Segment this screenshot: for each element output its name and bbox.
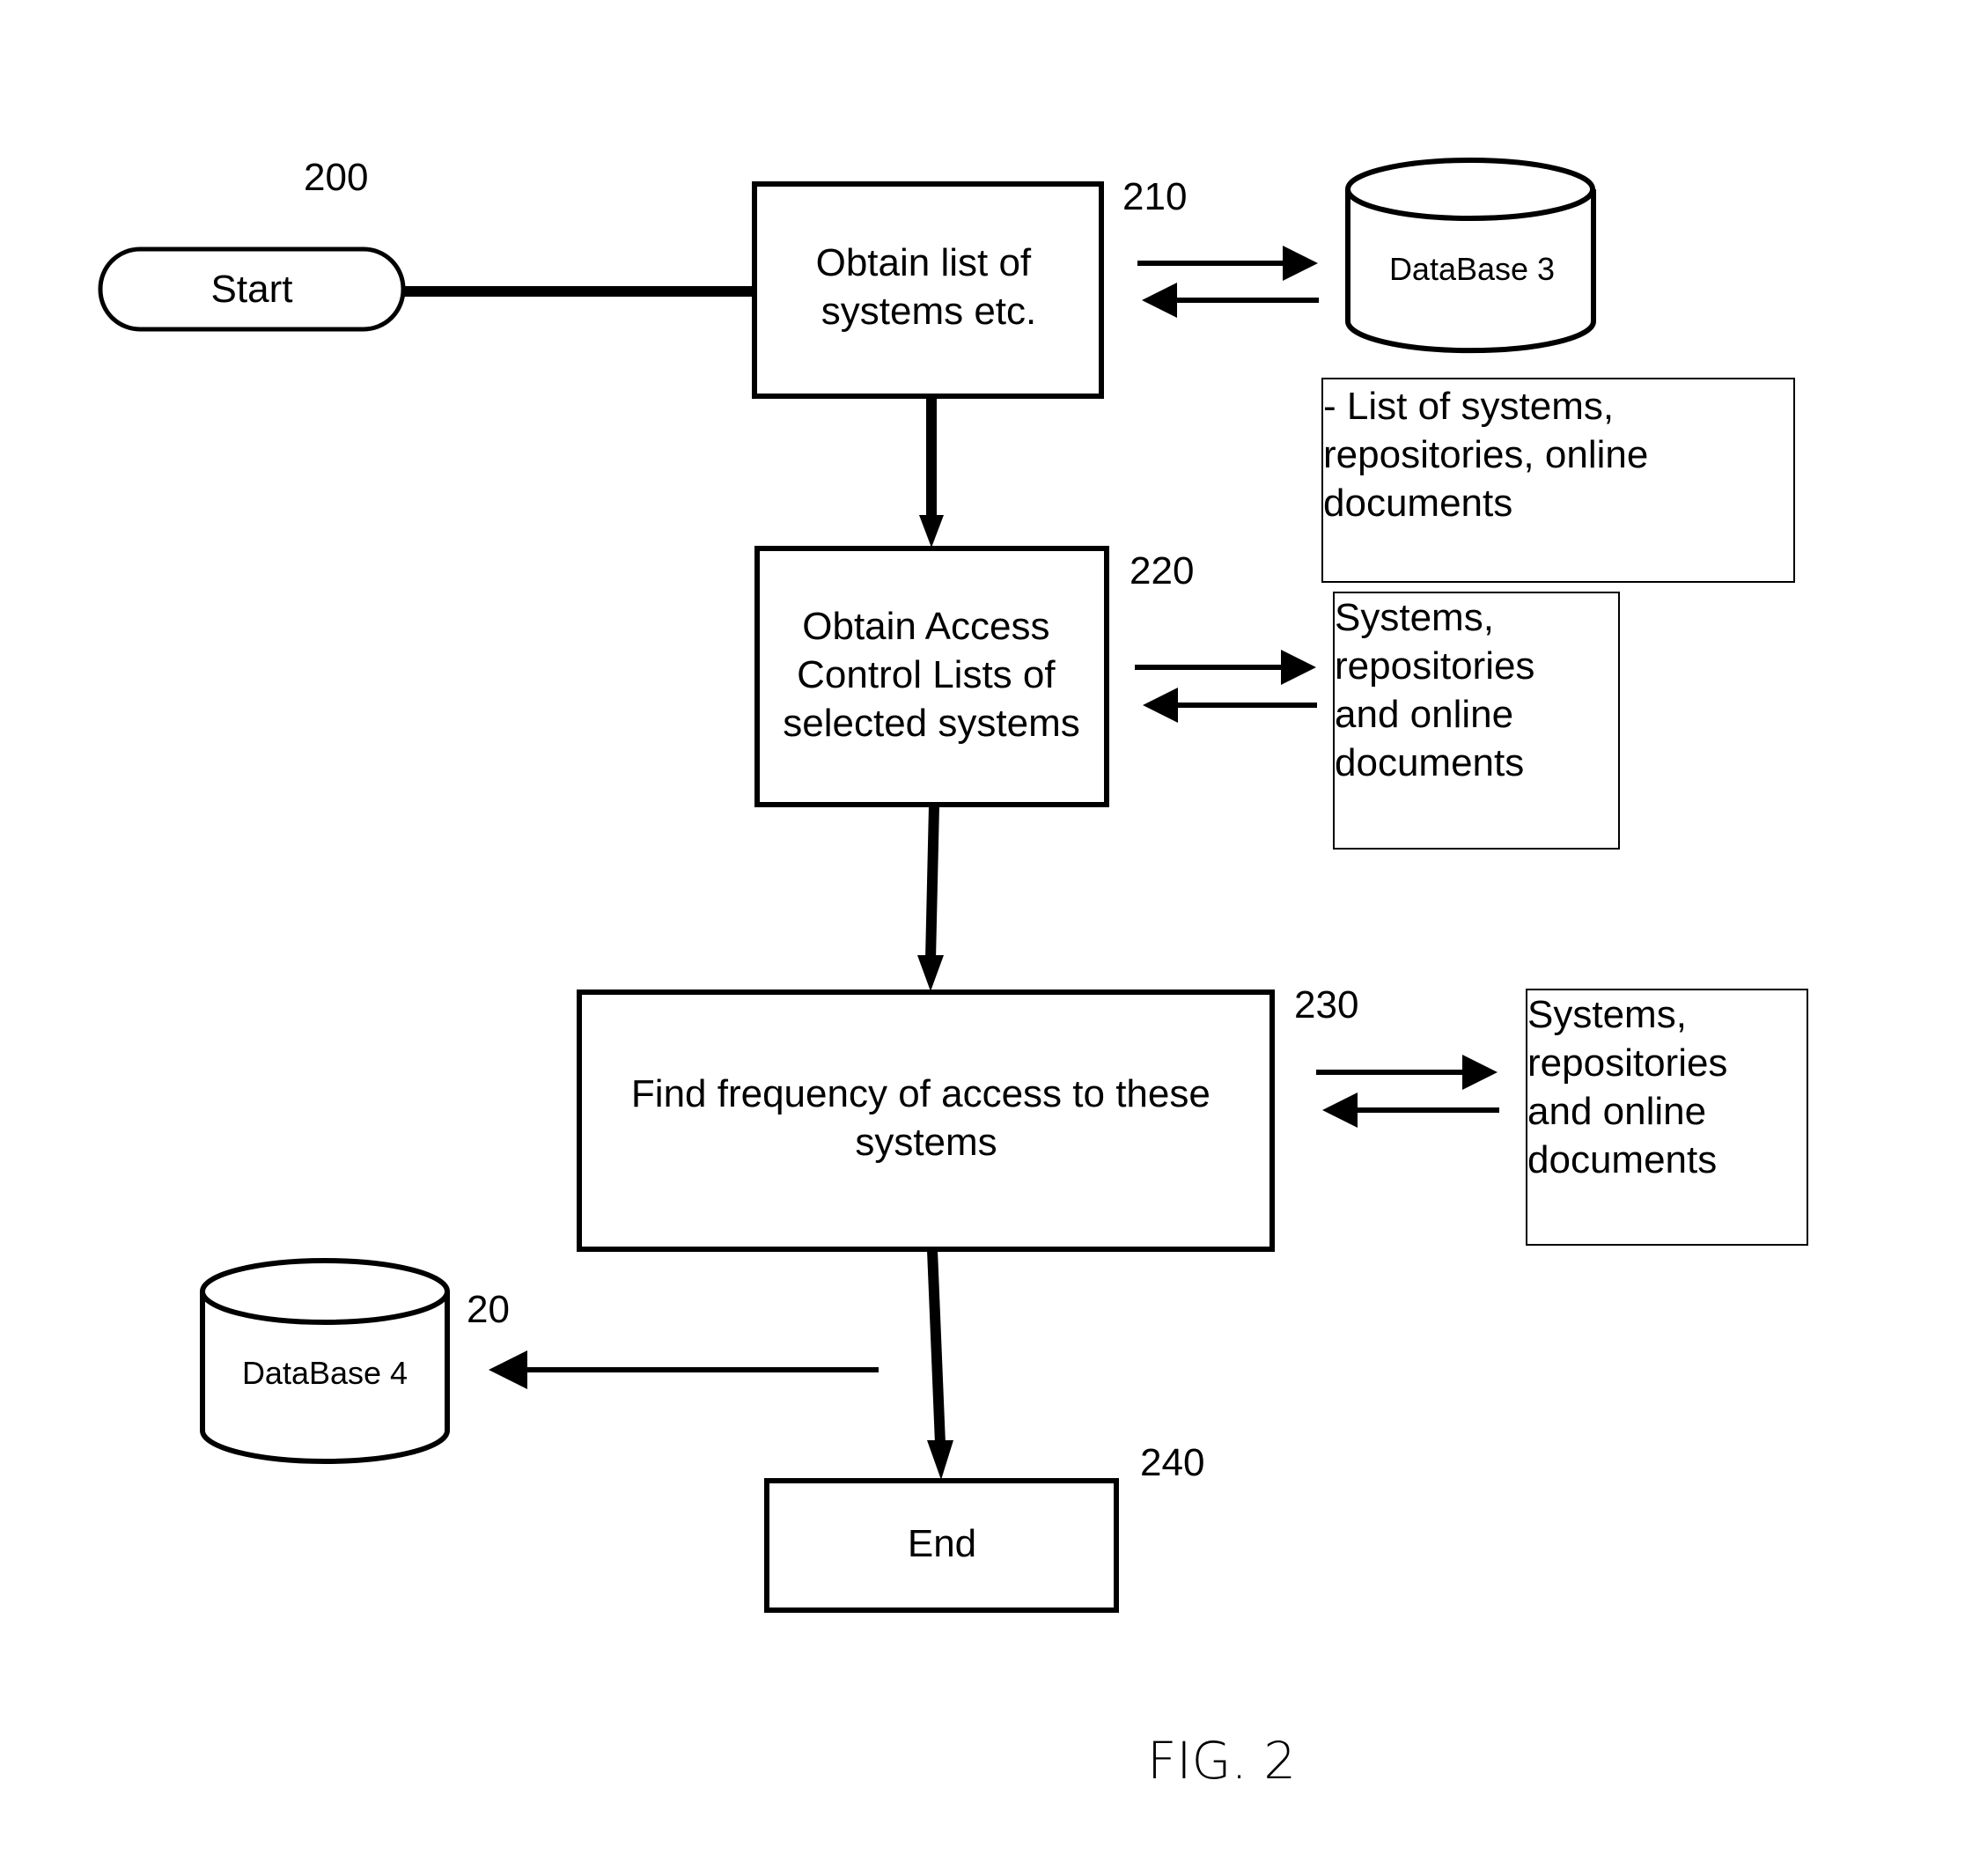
database-4-cylinder: DataBase 4 bbox=[200, 1258, 450, 1464]
diagram-ref-label: 200 bbox=[304, 156, 368, 199]
step-210-ref: 210 bbox=[1122, 175, 1187, 218]
flowchart: 200 Start Obtain list of systems etc. 21… bbox=[98, 156, 1808, 1791]
step-210-box: Obtain list of systems etc. bbox=[752, 181, 1104, 399]
step-220-text: Obtain Access Control Lists of selected … bbox=[783, 605, 1079, 745]
step-220-box: Obtain Access Control Lists of selected … bbox=[754, 546, 1109, 807]
step-210-db3-arrows bbox=[1137, 246, 1319, 318]
arrowhead-left-icon bbox=[489, 1350, 527, 1389]
arrowhead-down-icon bbox=[927, 1440, 953, 1480]
note-210-box: - List of systems, repositories, online … bbox=[1321, 378, 1795, 583]
note-230-box: Systems, repositories and online documen… bbox=[1526, 989, 1808, 1246]
start-terminator: Start bbox=[98, 246, 406, 332]
database-3-cylinder: DataBase 3 bbox=[1345, 158, 1596, 354]
figure-caption: FIG. 2 bbox=[1147, 1731, 1296, 1791]
end-ref: 240 bbox=[1140, 1441, 1204, 1484]
database-4-ref: 20 bbox=[467, 1288, 510, 1331]
arrowhead-left-icon bbox=[1142, 283, 1177, 318]
end-label: End bbox=[908, 1522, 976, 1565]
connector-230-end bbox=[927, 1249, 946, 1445]
step-230-note-arrows bbox=[1316, 1055, 1499, 1128]
end-box: End bbox=[764, 1478, 1119, 1613]
connector-220-230 bbox=[925, 805, 939, 960]
step-230-ref: 230 bbox=[1294, 983, 1358, 1026]
arrowhead-right-icon bbox=[1462, 1055, 1498, 1090]
database-3-label: DataBase 3 bbox=[1389, 251, 1555, 287]
database-4-label: DataBase 4 bbox=[242, 1355, 408, 1391]
arrow-to-database-4 bbox=[489, 1350, 879, 1389]
arrowhead-right-icon bbox=[1281, 650, 1316, 685]
arrowhead-down-icon bbox=[917, 955, 944, 991]
start-label: Start bbox=[211, 268, 293, 311]
step-230-box: Find frequency of access to these system… bbox=[577, 989, 1275, 1252]
arrowhead-left-icon bbox=[1143, 688, 1178, 723]
arrowhead-down-icon bbox=[919, 515, 944, 548]
step-220-ref: 220 bbox=[1130, 549, 1194, 592]
step-220-note-arrows bbox=[1135, 650, 1317, 723]
note-220-box: Systems, repositories and online documen… bbox=[1333, 592, 1620, 850]
arrowhead-right-icon bbox=[1283, 246, 1318, 281]
arrowhead-left-icon bbox=[1322, 1092, 1358, 1128]
